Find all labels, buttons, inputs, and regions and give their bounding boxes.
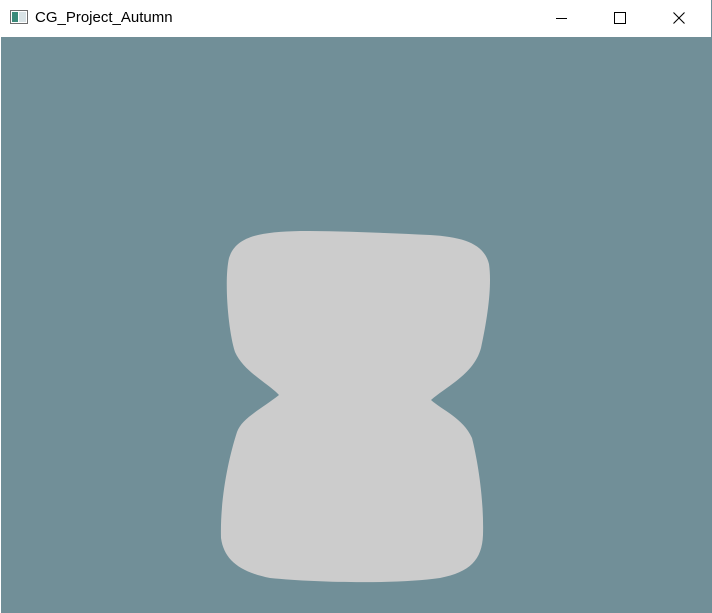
rendered-scene <box>220 231 491 583</box>
render-viewport[interactable] <box>1 37 711 613</box>
maximize-button[interactable] <box>591 0 649 36</box>
window-title: CG_Project_Autumn <box>35 9 173 26</box>
minimize-button[interactable] <box>533 0 591 36</box>
minimize-icon <box>556 18 567 19</box>
app-window-icon <box>10 10 28 24</box>
close-icon <box>673 12 685 24</box>
maximize-icon <box>614 12 626 24</box>
title-bar[interactable]: CG_Project_Autumn <box>0 0 711 37</box>
app-window: CG_Project_Autumn <box>0 0 712 613</box>
close-button[interactable] <box>650 0 708 36</box>
rendered-shape <box>220 231 491 583</box>
